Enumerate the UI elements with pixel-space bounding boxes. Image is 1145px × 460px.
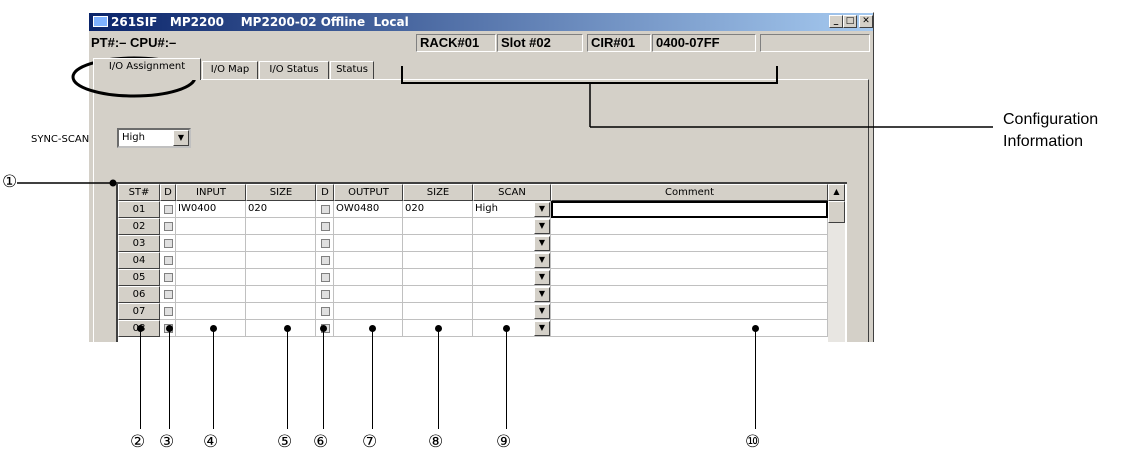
- tab-io-assignment[interactable]: I/O Assignment: [93, 58, 201, 80]
- config-bracket: [401, 66, 778, 84]
- callout-leader: [372, 328, 373, 429]
- callout-leader: [140, 328, 141, 429]
- callout-number: ③: [159, 432, 175, 452]
- config-label-line1: Configuration: [1003, 111, 1099, 128]
- callout-number: ⑤: [277, 432, 293, 452]
- callout-number: ⑨: [496, 432, 512, 452]
- callout-1-dot: [109, 179, 117, 187]
- callout-leader: [287, 328, 288, 429]
- callout-leader: [169, 328, 170, 429]
- config-label-line2: Information: [1003, 133, 1084, 150]
- callout-number: ②: [130, 432, 146, 452]
- callout-leader: [438, 328, 439, 429]
- callout-1: ①: [2, 172, 18, 192]
- callout-number: ⑩: [745, 432, 761, 452]
- callout-number: ④: [203, 432, 219, 452]
- callout-number: ⑧: [428, 432, 444, 452]
- callout-leader: [323, 328, 324, 429]
- callout-number: ⑥: [313, 432, 329, 452]
- callout-number: ⑦: [362, 432, 378, 452]
- callout-leader: [755, 328, 756, 429]
- callout-leader: [506, 328, 507, 429]
- callout-leader: [213, 328, 214, 429]
